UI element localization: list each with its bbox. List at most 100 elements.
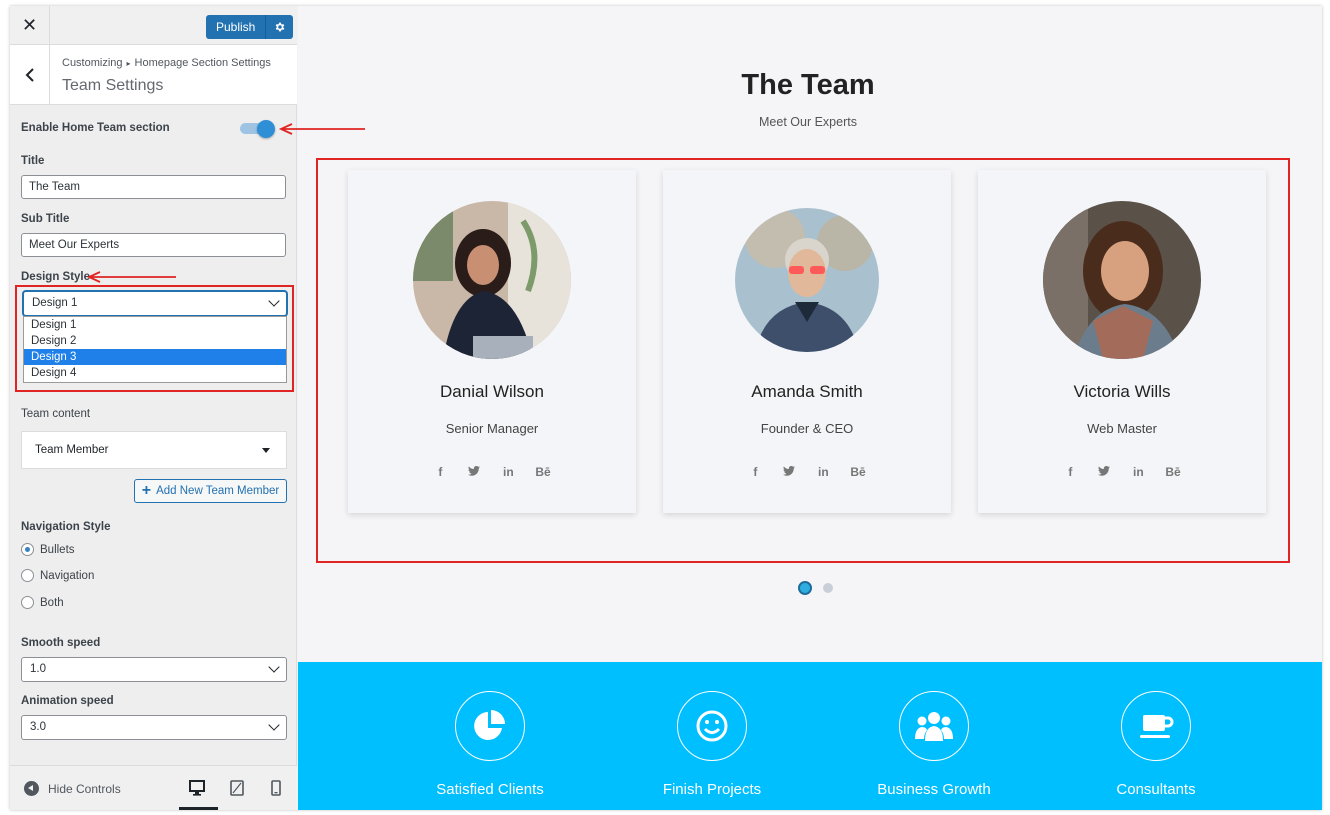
design-style-label: Design Style <box>21 271 91 283</box>
hide-controls-button[interactable]: Hide Controls <box>24 781 121 796</box>
publish-settings-button[interactable] <box>265 15 294 39</box>
behance-icon[interactable]: Bē <box>535 465 550 479</box>
close-customizer-button[interactable]: ✕ <box>10 6 50 45</box>
gear-icon <box>275 22 285 32</box>
title-input[interactable]: The Team <box>21 175 286 199</box>
linkedin-icon[interactable]: in <box>501 465 515 479</box>
animation-speed-value: 3.0 <box>30 721 46 733</box>
nav-option-navigation[interactable]: Navigation <box>21 569 94 582</box>
member-photo-3 <box>1043 201 1201 359</box>
design-style-select[interactable]: Design 1 <box>23 291 287 316</box>
animation-speed-label: Animation speed <box>21 695 114 707</box>
team-card: Victoria Wills Web Master f in Bē <box>978 170 1266 513</box>
design-option-4[interactable]: Design 4 <box>24 365 286 381</box>
design-style-options: Design 1 Design 2 Design 3 Design 4 <box>23 316 287 383</box>
behance-icon[interactable]: Bē <box>1165 465 1180 479</box>
team-section-title: The Team <box>741 69 875 101</box>
breadcrumb-root: Customizing <box>62 57 123 69</box>
design-option-3[interactable]: Design 3 <box>24 349 286 365</box>
nav-option-label: Both <box>40 596 64 609</box>
facebook-icon[interactable]: f <box>748 465 762 479</box>
plus-icon: + <box>141 482 152 499</box>
stat-label: Satisfied Clients <box>436 781 544 798</box>
team-section-subtitle: Meet Our Experts <box>759 115 857 129</box>
stat-circle <box>677 691 747 761</box>
caret-down-icon <box>262 448 270 453</box>
users-icon <box>915 712 953 741</box>
social-links: f in Bē <box>348 465 636 479</box>
member-name: Danial Wilson <box>440 382 544 401</box>
smooth-speed-label: Smooth speed <box>21 637 101 649</box>
avatar <box>1043 201 1201 359</box>
design-style-value: Design 1 <box>32 297 78 309</box>
design-option-1[interactable]: Design 1 <box>24 317 286 333</box>
section-title: Team Settings <box>62 77 164 94</box>
team-card: Amanda Smith Founder & CEO f in Bē <box>663 170 951 513</box>
member-role: Web Master <box>1087 421 1157 436</box>
radio-bullets[interactable] <box>21 543 34 556</box>
stat-circle <box>455 691 525 761</box>
design-option-2[interactable]: Design 2 <box>24 333 286 349</box>
radio-navigation[interactable] <box>21 569 34 582</box>
publish-group: Publish <box>206 15 294 39</box>
linkedin-icon[interactable]: in <box>1131 465 1145 479</box>
chevron-down-icon <box>268 295 280 307</box>
toggle-knob <box>257 120 275 138</box>
chevron-down-icon <box>268 719 280 731</box>
collapse-icon <box>24 781 39 796</box>
back-button[interactable] <box>10 45 50 105</box>
member-photo-2 <box>735 208 879 352</box>
radio-both[interactable] <box>21 596 34 609</box>
customizer-window: ✕ Publish Customizing ▸ Homepage Section S… <box>10 6 1322 810</box>
stat-circle <box>899 691 969 761</box>
nav-option-both[interactable]: Both <box>21 596 64 609</box>
site-preview: The Team Meet Our Experts Danial Wilson … <box>298 6 1322 810</box>
team-member-label: Team Member <box>35 444 109 456</box>
smile-icon <box>696 710 728 742</box>
member-photo-1 <box>413 201 571 359</box>
social-links: f in Bē <box>978 465 1266 479</box>
mobile-preview-icon[interactable] <box>267 779 285 797</box>
enable-team-toggle[interactable] <box>240 120 276 138</box>
team-content-label: Team content <box>21 408 91 420</box>
breadcrumb: Customizing ▸ Homepage Section Settings <box>62 57 271 69</box>
team-member-accordion[interactable]: Team Member <box>21 431 287 469</box>
nav-option-bullets[interactable]: Bullets <box>21 543 75 556</box>
slider-dot-active[interactable] <box>798 581 812 595</box>
animation-speed-select[interactable]: 3.0 <box>21 715 287 740</box>
customizer-footer: Hide Controls <box>10 765 297 810</box>
pie-chart-icon <box>474 710 505 740</box>
slider-dot[interactable] <box>823 583 833 593</box>
twitter-icon[interactable] <box>782 465 796 479</box>
subtitle-label: Sub Title <box>21 213 70 225</box>
facebook-icon[interactable]: f <box>1063 465 1077 479</box>
navigation-style-label: Navigation Style <box>21 521 111 533</box>
stat-circle <box>1121 691 1191 761</box>
publish-button[interactable]: Publish <box>206 15 266 39</box>
tablet-preview-icon[interactable] <box>228 779 246 797</box>
stat-label: Consultants <box>1116 781 1196 798</box>
customizer-sidebar: ✕ Publish Customizing ▸ Homepage Section S… <box>10 6 297 810</box>
twitter-icon[interactable] <box>467 465 481 479</box>
team-card: Danial Wilson Senior Manager f in Bē <box>348 170 636 513</box>
member-name: Victoria Wills <box>1073 382 1171 401</box>
hide-controls-label: Hide Controls <box>48 781 121 796</box>
add-team-member-button[interactable]: + Add New Team Member <box>134 479 287 503</box>
behance-icon[interactable]: Bē <box>850 465 865 479</box>
smooth-speed-value: 1.0 <box>30 663 46 675</box>
breadcrumb-separator: ▸ <box>126 59 131 68</box>
desktop-preview-icon[interactable] <box>188 779 206 797</box>
linkedin-icon[interactable]: in <box>816 465 830 479</box>
facebook-icon[interactable]: f <box>433 465 447 479</box>
title-label: Title <box>21 155 45 167</box>
stat-label: Business Growth <box>877 781 991 798</box>
subtitle-input[interactable]: Meet Our Experts <box>21 233 286 257</box>
nav-option-label: Bullets <box>40 543 75 556</box>
section-header: Customizing ▸ Homepage Section Settings Te… <box>10 45 297 105</box>
twitter-icon[interactable] <box>1097 465 1111 479</box>
avatar <box>413 201 571 359</box>
smooth-speed-select[interactable]: 1.0 <box>21 657 287 682</box>
avatar <box>735 208 879 352</box>
add-team-member-label: Add New Team Member <box>156 485 280 497</box>
stats-section: Satisfied Clients Finish Projects Busine… <box>298 662 1322 810</box>
